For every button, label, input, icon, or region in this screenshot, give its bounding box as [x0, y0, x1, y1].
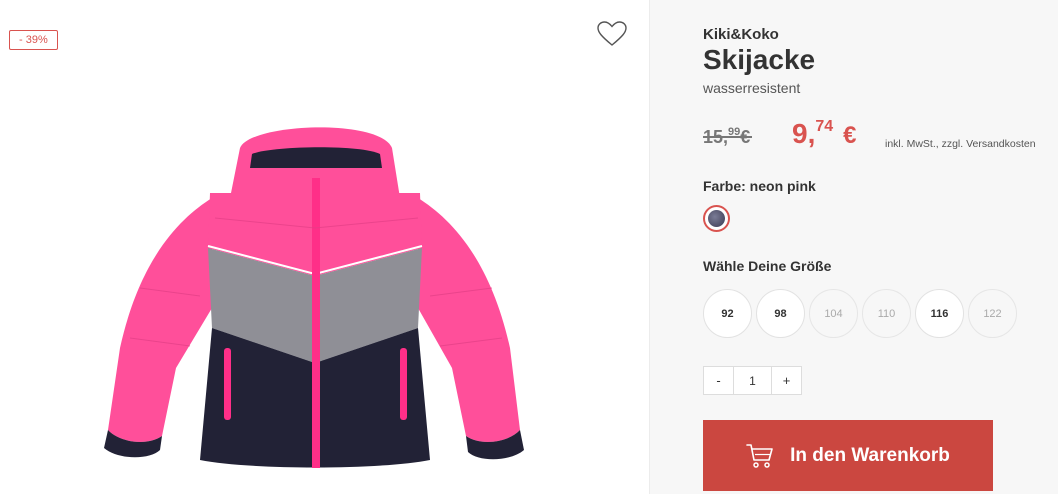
add-to-cart-label: In den Warenkorb	[790, 444, 950, 466]
quantity-stepper: - +	[703, 366, 802, 395]
size-selector: 92 98 104 110 116 122	[703, 289, 1017, 338]
size-option-104[interactable]: 104	[809, 289, 858, 338]
size-option-116[interactable]: 116	[915, 289, 964, 338]
size-label: Wähle Deine Größe	[703, 258, 832, 274]
product-image-panel: - 39%	[0, 0, 650, 494]
product-title: Skijacke	[703, 44, 816, 75]
sale-price-cents: 74	[815, 118, 834, 135]
add-to-cart-button[interactable]: In den Warenkorb	[703, 420, 993, 491]
brand-name[interactable]: Kiki&Koko	[703, 26, 779, 43]
tax-note[interactable]: inkl. MwSt., zzgl. Versandkosten	[885, 138, 1036, 150]
old-price: 15,99€	[703, 126, 753, 148]
quantity-decrease-button[interactable]: -	[704, 367, 733, 394]
sale-price-currency: €	[843, 122, 857, 149]
size-option-110[interactable]: 110	[862, 289, 911, 338]
product-image[interactable]	[100, 118, 530, 478]
color-swatch-neon-pink[interactable]	[703, 205, 730, 232]
size-option-92[interactable]: 92	[703, 289, 752, 338]
discount-badge: - 39%	[9, 30, 58, 50]
product-info-panel: Kiki&Koko Skijacke wasserresistent 15,99…	[650, 0, 1058, 494]
product-subtitle: wasserresistent	[703, 80, 801, 96]
quantity-input[interactable]	[733, 367, 772, 394]
cart-icon	[746, 443, 773, 468]
color-label: Farbe: neon pink	[703, 178, 816, 194]
strikethrough	[703, 136, 753, 138]
size-option-98[interactable]: 98	[756, 289, 805, 338]
quantity-increase-button[interactable]: +	[772, 367, 801, 394]
color-swatch-dot	[708, 210, 725, 227]
sale-price-main: 9,	[792, 118, 816, 149]
sale-price: 9,74 €	[792, 118, 857, 150]
heart-icon[interactable]	[597, 21, 627, 47]
size-option-122[interactable]: 122	[968, 289, 1017, 338]
